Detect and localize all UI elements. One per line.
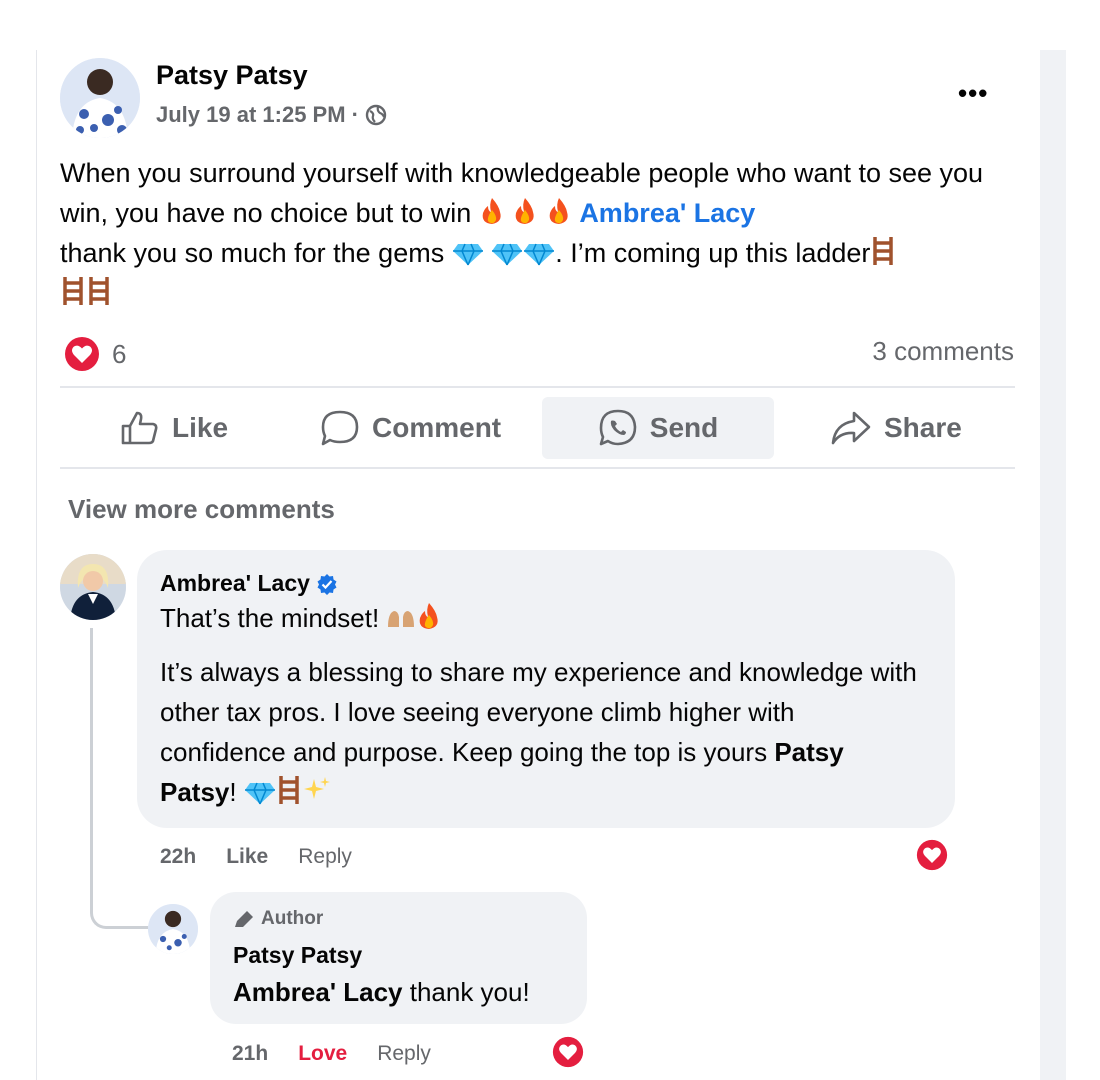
love-reaction-icon[interactable] — [916, 839, 948, 871]
globe-icon — [365, 104, 387, 126]
gem-emojis — [452, 238, 556, 268]
raising-hands-icon — [388, 611, 415, 627]
reply-avatar[interactable] — [148, 904, 198, 954]
love-reaction-icon — [65, 337, 99, 371]
comment-author-row: Ambrea' Lacy — [160, 570, 338, 597]
share-label: Share — [884, 412, 962, 443]
love-reaction-icon[interactable] — [552, 1036, 584, 1068]
view-more-comments[interactable]: View more comments — [68, 494, 335, 525]
comment-like-button[interactable]: Like — [226, 845, 268, 869]
author-badge: Author — [233, 908, 323, 930]
divider-bottom — [60, 467, 1015, 469]
ladder-icon — [873, 237, 894, 265]
comment-actions: 22h Like Reply — [160, 845, 352, 869]
post-author-name[interactable]: Patsy Patsy — [156, 60, 308, 91]
like-button[interactable]: Like — [120, 397, 228, 459]
reply-reply-button[interactable]: Reply — [377, 1042, 431, 1066]
verified-badge-icon — [317, 573, 337, 595]
gem-icon — [492, 243, 523, 266]
reply-bubble: Author Patsy Patsy Ambrea' Lacy thank yo… — [210, 892, 587, 1024]
pen-icon — [235, 911, 253, 927]
commenter-avatar[interactable] — [60, 554, 126, 620]
comment-button[interactable]: Comment — [320, 397, 501, 459]
more-options-icon[interactable]: ••• — [958, 78, 988, 109]
post-body: When you surround yourself with knowledg… — [60, 153, 1020, 313]
fire-icon — [515, 198, 534, 224]
send-label: Send — [649, 412, 719, 443]
like-label: Like — [172, 412, 229, 443]
comment-reply-button[interactable]: Reply — [298, 845, 352, 869]
gem-icon — [244, 782, 275, 805]
thumbs-up-icon — [121, 411, 158, 445]
reply-text: Ambrea' Lacy thank you! — [233, 972, 530, 1012]
ladder-icon — [89, 277, 109, 305]
ladder-icon — [63, 277, 83, 305]
fire-icon — [420, 603, 439, 629]
comment-icon — [321, 410, 359, 446]
whatsapp-icon — [599, 409, 637, 446]
ladder-icon — [279, 776, 299, 804]
share-button[interactable]: Share — [830, 397, 962, 459]
author-badge-label: Author — [261, 908, 324, 929]
comment-line-2: It’s always a blessing to share my exper… — [160, 652, 920, 812]
right-scroll-area — [1040, 50, 1066, 1080]
fire-icon — [549, 198, 568, 224]
comment-line-1: That’s the mindset! — [160, 598, 940, 638]
sparkles-icon — [303, 777, 330, 799]
post-text-part-3: . I’m coming up this ladder — [555, 238, 871, 268]
comment-text-end: ! — [229, 777, 237, 807]
reply-actions: 21h Love Reply — [232, 1042, 431, 1066]
gem-icon — [524, 243, 555, 266]
post-text-part-2: thank you so much for the gems — [60, 238, 445, 268]
comment-label: Comment — [372, 412, 502, 443]
comment-text-1: That’s the mindset! — [160, 603, 380, 633]
reply-text-body: thank you! — [409, 977, 530, 1007]
share-icon — [831, 411, 871, 445]
fire-icon — [482, 198, 501, 224]
poster-avatar[interactable] — [60, 58, 140, 138]
reaction-count: 6 — [112, 338, 127, 369]
post-mention-link[interactable]: Ambrea' Lacy — [579, 198, 755, 228]
send-button[interactable]: Send — [542, 397, 774, 459]
fire-emojis — [479, 198, 580, 228]
comment-bubble: Ambrea' Lacy That’s the mindset! It’s al… — [137, 550, 955, 828]
comment-time[interactable]: 22h — [160, 845, 196, 869]
reply-author-name[interactable]: Patsy Patsy — [233, 942, 362, 969]
divider-top — [60, 386, 1015, 388]
reply-mention[interactable]: Ambrea' Lacy — [233, 977, 402, 1007]
reply-time[interactable]: 21h — [232, 1042, 268, 1066]
comment-author-name[interactable]: Ambrea' Lacy — [160, 570, 310, 597]
post-timestamp[interactable]: July 19 at 1:25 PM · — [156, 102, 359, 128]
reply-love-button[interactable]: Love — [298, 1042, 347, 1066]
gem-icon — [452, 243, 483, 266]
comments-count[interactable]: 3 comments — [872, 336, 1014, 367]
reactions-summary[interactable]: 6 — [64, 336, 126, 372]
post-meta: July 19 at 1:25 PM · — [156, 102, 387, 128]
